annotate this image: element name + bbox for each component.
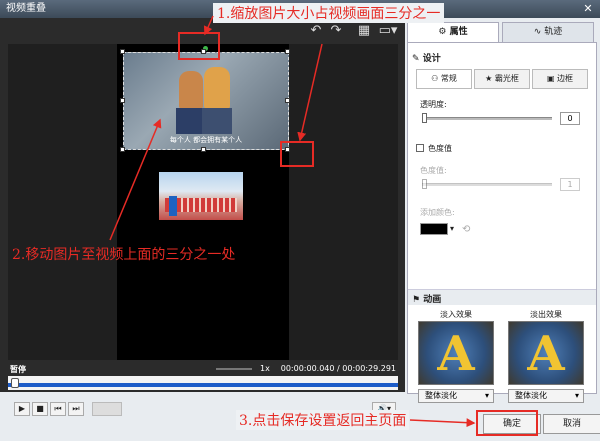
- design-icon: ✎: [412, 54, 423, 64]
- resize-handle-tr[interactable]: [285, 49, 290, 54]
- subtab-general-label: 常规: [440, 74, 457, 83]
- opacity-slider[interactable]: [422, 117, 552, 120]
- fade-in-preview[interactable]: A: [418, 321, 494, 385]
- fade-out-dropdown[interactable]: 整体淡化 ▾: [508, 389, 584, 403]
- previous-frame-button[interactable]: ⏮: [50, 402, 66, 416]
- tab-properties[interactable]: ⚙ 属性: [407, 22, 499, 42]
- figure-hair-left: [179, 71, 203, 109]
- chroma-value-label: 色度值:: [420, 166, 447, 175]
- chevron-down-icon: ▾: [574, 391, 579, 400]
- subtab-halo[interactable]: ★ 霸光框: [474, 69, 530, 89]
- playback-status: 暂停: [10, 365, 26, 374]
- timeline-thumb[interactable]: [11, 378, 19, 388]
- background-video-clip: [159, 172, 243, 220]
- annotation-step-1: 1.缩放图片大小占视频画面三分之一: [213, 3, 445, 23]
- run-icon: ⚑: [412, 295, 424, 305]
- monitor-icon[interactable]: ▭▾: [376, 23, 400, 39]
- design-header: ✎ 设计: [412, 51, 441, 64]
- fade-in-dropdown[interactable]: 整体淡化 ▾: [418, 389, 494, 403]
- design-subtabs: ⚇ 常规 ★ 霸光框 ▣ 边框: [416, 69, 588, 89]
- fade-in-label: 淡入效果: [440, 310, 472, 319]
- preview-status-row: 暂停 1x 00:00:00.040 / 00:00:29.291: [8, 362, 398, 376]
- stop-button[interactable]: ■: [32, 402, 48, 416]
- annotation-step-3: 3.点击保存设置返回主页面: [236, 410, 410, 430]
- resize-handle-bc[interactable]: [201, 147, 206, 152]
- fade-out-label: 淡出效果: [530, 310, 562, 319]
- video-canvas: 每个人 都会拥有某个人: [117, 44, 290, 360]
- chroma-slider[interactable]: [422, 183, 552, 186]
- fade-out-box: 淡出效果 A 整体淡化 ▾: [508, 309, 584, 405]
- timeline-scrubber[interactable]: [8, 376, 398, 390]
- fade-in-box: 淡入效果 A 整体淡化 ▾: [418, 309, 494, 405]
- annotation-box-ok-button: [476, 410, 538, 436]
- reset-color-icon[interactable]: ⟲: [462, 224, 470, 235]
- overlay-caption: 每个人 都会拥有某个人: [169, 136, 243, 144]
- resize-handle-tl[interactable]: [120, 49, 125, 54]
- animation-header-bar: ⚑ 动画: [408, 289, 596, 305]
- clip-person: [169, 196, 177, 216]
- color-dropdown-icon[interactable]: ▾: [450, 224, 454, 233]
- fade-out-preview[interactable]: A: [508, 321, 584, 385]
- preview-stage: 每个人 都会拥有某个人: [8, 44, 398, 360]
- figure-hair-right: [204, 67, 230, 109]
- subtab-border-label: 边框: [557, 74, 574, 83]
- opacity-slider-thumb[interactable]: [422, 113, 427, 123]
- opacity-label: 透明度:: [420, 100, 447, 109]
- animation-header-label: 动画: [423, 295, 442, 305]
- fade-out-option: 整体淡化: [515, 391, 547, 400]
- redo-icon[interactable]: ↷: [328, 23, 344, 39]
- play-button[interactable]: ▶: [14, 402, 30, 416]
- close-icon[interactable]: ✕: [582, 3, 594, 15]
- subtab-general[interactable]: ⚇ 常规: [416, 69, 472, 89]
- undo-icon[interactable]: ↶: [308, 23, 324, 39]
- star-icon: ★: [485, 74, 495, 83]
- figure-body-right: [202, 108, 232, 134]
- fade-in-letter-icon: A: [437, 326, 475, 382]
- animation-header: ⚑ 动画: [412, 292, 441, 305]
- overlay-image[interactable]: 每个人 都会拥有某个人: [123, 52, 289, 150]
- chroma-slider-thumb[interactable]: [422, 179, 427, 189]
- opacity-value[interactable]: 0: [560, 112, 580, 125]
- tab-properties-label: 属性: [449, 27, 468, 37]
- tab-track-label: 轨迹: [544, 27, 563, 37]
- right-tabs: ⚙ 属性 ∿ 轨迹: [405, 22, 600, 42]
- grid-icon[interactable]: ▦: [356, 23, 372, 39]
- general-icon: ⚇: [431, 74, 441, 83]
- chroma-label: 色度值: [428, 144, 452, 153]
- design-header-label: 设计: [422, 54, 441, 64]
- image-icon: ▣: [546, 74, 558, 83]
- window-title: 视频重叠: [6, 3, 46, 14]
- cancel-button[interactable]: 取消: [543, 414, 600, 434]
- subtab-halo-label: 霸光框: [494, 74, 519, 83]
- color-swatch[interactable]: [420, 223, 448, 235]
- snapshot-button[interactable]: [92, 402, 122, 416]
- next-frame-button[interactable]: ⏭: [68, 402, 84, 416]
- chroma-value[interactable]: 1: [560, 178, 580, 191]
- chevron-down-icon: ▾: [484, 391, 489, 400]
- preview-pane: ↶ ↷ ▦ ▭▾ 每个人 都会拥有某个人 暂停 1x 00:00:00.040 …: [0, 18, 405, 441]
- annotation-box-corner-handle: [280, 141, 314, 167]
- resize-handle-ml[interactable]: [120, 98, 125, 103]
- properties-icon: ⚙: [438, 27, 450, 37]
- subtab-border[interactable]: ▣ 边框: [532, 69, 588, 89]
- track-icon: ∿: [533, 27, 545, 37]
- resize-handle-bl[interactable]: [120, 147, 125, 152]
- properties-panel: ✎ 设计 ⚇ 常规 ★ 霸光框 ▣ 边框 透明度: 0 色度值 色度值: 1 添…: [407, 42, 597, 403]
- fade-in-option: 整体淡化: [425, 391, 457, 400]
- annotation-box-top-handle: [178, 32, 220, 60]
- chroma-checkbox[interactable]: [416, 144, 424, 152]
- tab-track[interactable]: ∿ 轨迹: [502, 22, 594, 42]
- fade-out-letter-icon: A: [527, 326, 565, 382]
- zoom-slider[interactable]: [216, 368, 252, 370]
- zoom-level: 1x: [260, 364, 270, 373]
- annotation-step-2: 2.移动图片至视频上面的三分之一处: [12, 247, 236, 263]
- properties-pane: ⚙ 属性 ∿ 轨迹 ✎ 设计 ⚇ 常规 ★ 霸光框 ▣ 边框 透明度: 0 色度…: [405, 18, 600, 441]
- add-color-label: 添加颜色:: [420, 208, 455, 217]
- time-readout: 00:00:00.040 / 00:00:29.291: [280, 364, 396, 373]
- timeline-track: [8, 383, 398, 387]
- resize-handle-mr[interactable]: [285, 98, 290, 103]
